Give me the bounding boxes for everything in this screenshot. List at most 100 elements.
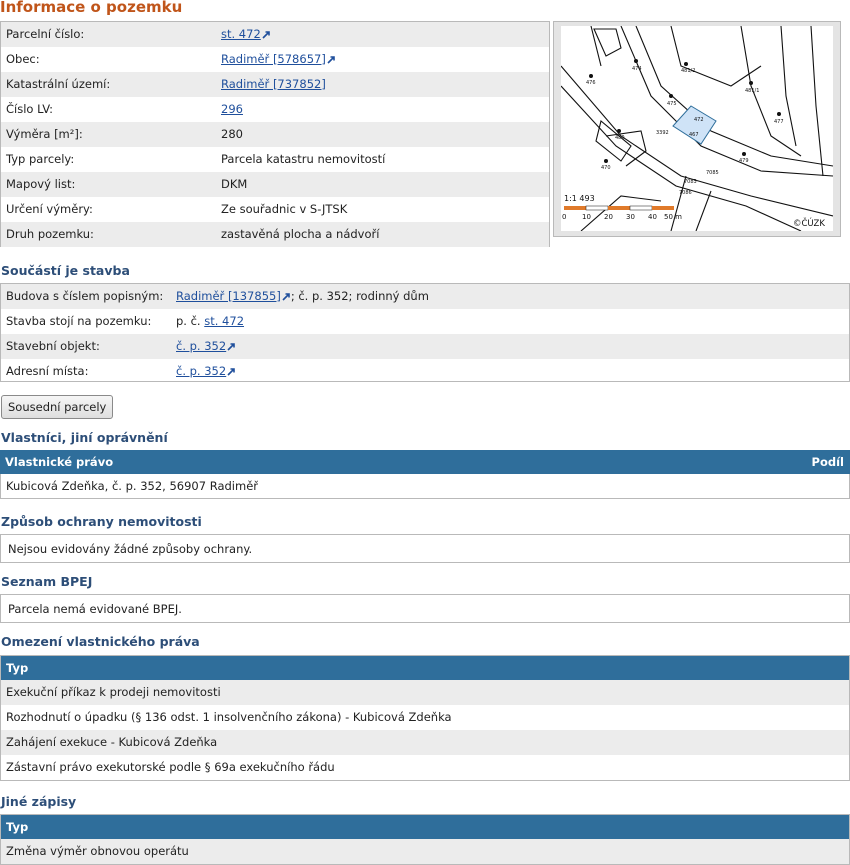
jine-item: Změna výměr obnovou operátu [6,844,189,858]
bpej-box: Parcela nemá evidované BPEJ. [0,594,850,623]
label-urceni-vymery: Určení výměry: [6,202,93,216]
label-adresni-mista: Adresní místa: [6,364,89,378]
column-header-typ: Typ [6,661,29,675]
label-budova: Budova s číslem popisným: [6,289,164,303]
map-scale-tick: 50 m [664,213,682,221]
heading-jine: Jiné zápisy [1,794,77,809]
row-obec: Obec: Radiměř [578657] [1,47,549,72]
value-mapovy-list: DKM [221,177,248,191]
map-scale-ratio: 1:1 493 [564,194,595,203]
map-scale-tick: 0 [562,213,566,221]
ochrana-text: Nejsou evidovány žádné způsoby ochrany. [8,542,253,556]
value-vymera: 280 [221,127,243,141]
link-katastralni-uzemi[interactable]: Radiměř [737852] [221,77,326,91]
row-stavebni-objekt: Stavební objekt: č. p. 352 [1,334,849,359]
omezeni-item: Exekuční příkaz k prodeji nemovitosti [6,685,221,699]
link-budova[interactable]: Radiměř [137855] [176,289,281,303]
omezeni-item: Zástavní právo exekutorské podle § 69a e… [6,760,335,774]
link-parcelni-cislo[interactable]: st. 472 [221,27,261,41]
link-obec[interactable]: Radiměř [578657] [221,52,326,66]
map-label: 475 [667,101,677,107]
sousedni-parcely-button[interactable]: Sousední parcely [1,395,114,419]
map-label: 479 [739,158,749,164]
heading-ochrana: Způsob ochrany nemovitosti [1,514,202,529]
table-row: Kubicová Zdeňka, č. p. 352, 56907 Radimě… [0,474,850,499]
map-label: 481/2 [681,68,695,74]
table-row: Exekuční příkaz k prodeji nemovitosti [1,680,849,705]
label-mapovy-list: Mapový list: [6,177,76,191]
map-label: 477 [774,119,784,125]
map-label: 7086 [679,190,692,196]
label-typ-parcely: Typ parcely: [6,152,75,166]
heading-bpej: Seznam BPEJ [1,574,93,589]
map-parcel-label: 472 [694,117,704,123]
map-label: 476 [586,80,596,86]
column-header-podil: Podíl [811,455,844,469]
link-stavebni-objekt[interactable]: č. p. 352 [176,339,226,353]
stavba-table: Budova s číslem popisným: Radiměř [13785… [0,283,850,382]
vlastnici-table: Vlastnické právo Podíl Kubicová Zdeňka, … [0,450,850,499]
jine-table-header: Typ [1,815,849,839]
link-stavba-stoji[interactable]: st. 472 [204,314,244,328]
map-label: 481/1 [745,88,759,94]
map-label: 7083 [684,179,697,185]
map-label: 3392 [656,130,669,136]
omezeni-item: Zahájení exekuce - Kubicová Zdeňka [6,735,218,749]
stavba-stoji-prefix: p. č. [176,314,205,328]
row-adresni-mista: Adresní místa: č. p. 352 [1,359,849,384]
omezeni-item: Rozhodnutí o úpadku (§ 136 odst. 1 insol… [6,710,452,724]
table-row: Zástavní právo exekutorské podle § 69a e… [1,755,849,780]
map-label: 470 [601,165,611,171]
external-link-icon [282,293,290,301]
table-row: Zahájení exekuce - Kubicová Zdeňka [1,730,849,755]
value-urceni-vymery: Ze souřadnic v S-JTSK [221,202,348,216]
map-copyright: ©ČÚZK [793,217,825,229]
vlastnici-table-header: Vlastnické právo Podíl [0,450,850,474]
label-cislo-lv: Číslo LV: [6,102,54,116]
external-link-icon [227,343,236,351]
row-urceni-vymery: Určení výměry: Ze souřadnic v S-JTSK [1,197,549,222]
heading-stavba: Součástí je stavba [1,263,130,278]
map-scale-tick: 40 [648,213,657,221]
label-vymera: Výměra [m²]: [6,127,83,141]
parcel-info-table: Parcelní číslo: st. 472 Obec: Radiměř [5… [0,21,550,247]
link-adresni-mista[interactable]: č. p. 352 [176,364,226,378]
cadastral-map[interactable]: 474 481/2 481/1 475 476 477 479 480 467 … [553,21,841,237]
omezeni-table: Typ Exekuční příkaz k prodeji nemovitost… [0,655,850,781]
label-parcelni-cislo: Parcelní číslo: [6,27,85,41]
ochrana-box: Nejsou evidovány žádné způsoby ochrany. [0,534,850,563]
label-stavba-stoji: Stavba stojí na pozemku: [6,314,152,328]
owner-name: Kubicová Zdeňka, č. p. 352, 56907 Radimě… [6,479,259,493]
budova-detail: ; č. p. 352; rodinný dům [290,289,429,303]
heading-vlastnici: Vlastníci, jiní oprávnění [1,430,168,445]
row-cislo-lv: Číslo LV: 296 [1,97,549,122]
table-row: Změna výměr obnovou operátu [1,839,849,864]
map-label: 7085 [706,170,719,176]
label-obec: Obec: [6,52,40,66]
map-label: 480 [615,135,625,141]
heading-omezeni: Omezení vlastnického práva [1,634,200,649]
row-katastralni-uzemi: Katastrální území: Radiměř [737852] [1,72,549,97]
column-header-typ: Typ [6,820,29,834]
value-druh-pozemku: zastavěná plocha a nádvoří [221,227,380,241]
omezeni-table-header: Typ [1,656,849,680]
link-cislo-lv[interactable]: 296 [221,102,243,116]
table-row: Rozhodnutí o úpadku (§ 136 odst. 1 insol… [1,705,849,730]
external-link-icon [327,56,335,64]
row-stavba-stoji: Stavba stojí na pozemku: p. č. st. 472 [1,309,849,334]
page-title: Informace o pozemku [0,0,183,16]
label-stavebni-objekt: Stavební objekt: [6,339,100,353]
map-scale-tick: 20 [604,213,613,221]
map-label: 474 [632,66,642,72]
row-budova: Budova s číslem popisným: Radiměř [13785… [1,284,849,309]
row-mapovy-list: Mapový list: DKM [1,172,549,197]
jine-table: Typ Změna výměr obnovou operátu [0,814,850,865]
value-typ-parcely: Parcela katastru nemovitostí [221,152,386,166]
column-header-vlastnicke-pravo: Vlastnické právo [5,455,114,469]
map-scale-tick: 30 [626,213,635,221]
row-parcelni-cislo: Parcelní číslo: st. 472 [1,22,549,47]
label-katastralni-uzemi: Katastrální území: [6,77,111,91]
row-druh-pozemku: Druh pozemku: zastavěná plocha a nádvoří [1,222,549,247]
map-scale-tick: 10 [582,213,591,221]
bpej-text: Parcela nemá evidované BPEJ. [8,602,182,616]
